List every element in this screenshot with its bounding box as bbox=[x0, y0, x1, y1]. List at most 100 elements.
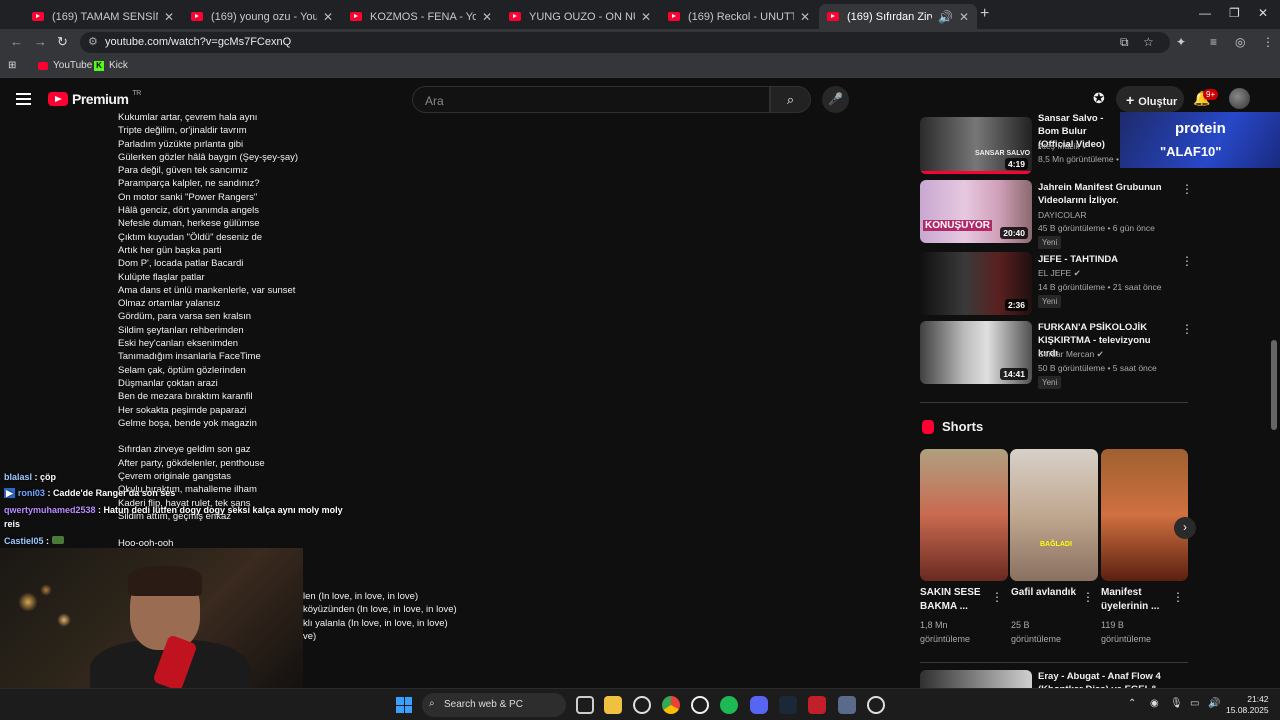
discord-icon[interactable] bbox=[750, 696, 768, 714]
browser-tab-active[interactable]: (169) Sıfırdan Zirveye - You🔊✕ bbox=[819, 4, 977, 29]
taskbar-search[interactable]: ⌕ Search web & PC bbox=[422, 693, 566, 717]
browser-tab[interactable]: YUNG OUZO - ON NUMARA - Y✕ bbox=[501, 4, 659, 29]
volume-icon[interactable]: 🔊 bbox=[1208, 698, 1220, 709]
lyric-line: Gelme boşa, bende yok magazin bbox=[118, 417, 257, 429]
bookmark-kick[interactable]: K Kick bbox=[94, 60, 128, 71]
close-tab-icon[interactable]: ✕ bbox=[641, 10, 651, 24]
more-options-icon[interactable]: ⋮ bbox=[1181, 254, 1193, 268]
microphone-tray-icon[interactable]: 🎙 bbox=[1170, 698, 1183, 709]
premium-badge-icon[interactable]: ✪ bbox=[1093, 90, 1105, 107]
more-options-icon[interactable]: ⋮ bbox=[1181, 182, 1193, 196]
close-tab-icon[interactable]: ✕ bbox=[800, 10, 810, 24]
video-thumbnail[interactable] bbox=[920, 670, 1032, 688]
lyric-line: Dom P', locada patlar Bacardi bbox=[118, 258, 244, 270]
steam-icon[interactable] bbox=[779, 696, 797, 714]
lyric-line: Hâlâ genciz, dört yanımda angels bbox=[118, 205, 259, 217]
chat-message-continued: reis bbox=[4, 519, 21, 529]
video-title[interactable]: JEFE - TAHTINDA bbox=[1038, 253, 1168, 266]
short-title[interactable]: SAKIN SESE BAKMA ... bbox=[920, 586, 995, 614]
restore-icon[interactable]: ❐ bbox=[1229, 6, 1240, 20]
lyric-line: Çıktım kuyudan "Öldü" deseniz de bbox=[118, 231, 263, 243]
close-tab-icon[interactable]: ✕ bbox=[164, 10, 174, 24]
more-options-icon[interactable]: ⋮ bbox=[991, 590, 1003, 604]
network-icon[interactable]: ▭ bbox=[1190, 698, 1199, 709]
spotify-icon[interactable] bbox=[720, 696, 738, 714]
video-thumbnail[interactable]: KONUŞUYOR 20:40 bbox=[920, 180, 1032, 243]
short-thumbnail[interactable] bbox=[1101, 449, 1188, 581]
short-thumbnail[interactable]: BAĞLADI bbox=[1010, 449, 1098, 581]
browser-tab[interactable]: (169) young ozu - YouTube✕ bbox=[183, 4, 341, 29]
youtube-premium-logo[interactable]: Premium TR bbox=[48, 90, 141, 107]
lyric-line: Para değil, güven tek sancımız bbox=[118, 165, 248, 177]
lyric-line: Ben de mezara bıraktım karanfil bbox=[118, 391, 253, 403]
bookmark-star-icon[interactable]: ☆ bbox=[1143, 35, 1154, 49]
page-scrollbar[interactable] bbox=[1271, 340, 1277, 430]
close-tab-icon[interactable]: ✕ bbox=[323, 10, 333, 24]
short-thumbnail[interactable] bbox=[920, 449, 1008, 581]
streamer-webcam-overlay bbox=[0, 548, 303, 688]
more-options-icon[interactable]: ⋮ bbox=[1172, 590, 1184, 604]
close-tab-icon[interactable]: ✕ bbox=[482, 10, 492, 24]
close-tab-icon[interactable]: ✕ bbox=[959, 10, 969, 24]
next-arrow-button[interactable]: › bbox=[1174, 517, 1196, 539]
close-window-icon[interactable]: ✕ bbox=[1258, 6, 1268, 20]
chatgpt-icon[interactable] bbox=[691, 696, 709, 714]
video-title[interactable]: Jahrein Manifest Grubunun Videolarını İz… bbox=[1038, 181, 1168, 207]
video-thumbnail[interactable]: 14:41 bbox=[920, 321, 1032, 384]
streamer-hair bbox=[128, 566, 202, 596]
lyric-line: Kukumlar artar, çevrem hala aynı bbox=[118, 112, 258, 123]
video-title[interactable]: Eray - Abugat - Anaf Flow 4 (Khontkar Di… bbox=[1038, 670, 1168, 688]
windows-start-icon[interactable] bbox=[396, 697, 412, 713]
more-options-icon[interactable]: ⋮ bbox=[1082, 590, 1094, 604]
channel-name[interactable]: Serdar Mercan ✔ bbox=[1038, 349, 1104, 360]
forward-icon[interactable]: → bbox=[34, 34, 47, 49]
reload-icon[interactable]: ↻ bbox=[57, 34, 68, 50]
create-button[interactable]: + Oluştur bbox=[1116, 86, 1184, 112]
task-view-icon[interactable] bbox=[576, 696, 594, 714]
minimize-icon[interactable]: — bbox=[1199, 6, 1211, 20]
browser-tab[interactable]: (169) Reckol - UNUTTUM (Offic✕ bbox=[660, 4, 818, 29]
file-explorer-icon[interactable] bbox=[604, 696, 622, 714]
channel-name[interactable]: EL JEFE ✔ bbox=[1038, 268, 1081, 279]
media-control-icon[interactable]: ≡ bbox=[1210, 35, 1217, 49]
search-button[interactable]: ⌕ bbox=[770, 86, 811, 113]
app-icon[interactable] bbox=[808, 696, 826, 714]
video-thumbnail[interactable]: 2:36 bbox=[920, 252, 1032, 315]
account-avatar[interactable] bbox=[1229, 88, 1250, 109]
channel-name[interactable]: DAYICOLAR bbox=[1038, 210, 1087, 220]
search-input[interactable]: Ara bbox=[412, 86, 770, 113]
channel-name[interactable]: Ateş Müzik ✔ bbox=[1038, 141, 1089, 152]
browser-tab[interactable]: (169) TAMAM SENSİN - AYDEE✕ bbox=[24, 4, 182, 29]
chat-message: qwertymuhamed2538 : Hatun dedi lütfen do… bbox=[4, 505, 343, 515]
install-app-icon[interactable]: ⧉ bbox=[1120, 35, 1129, 50]
audio-icon[interactable]: 🔊 bbox=[938, 10, 953, 24]
advertisement-banner[interactable]: protein "ALAF10" bbox=[1120, 112, 1280, 168]
short-title[interactable]: Gafil avlandık bbox=[1011, 586, 1086, 600]
chat-message: Castiel05 : bbox=[4, 536, 64, 546]
tray-app-icon[interactable]: ◉ bbox=[1150, 698, 1159, 709]
menu-hamburger-icon[interactable] bbox=[16, 93, 31, 105]
chrome-icon[interactable] bbox=[662, 696, 680, 714]
obs-icon[interactable] bbox=[867, 696, 885, 714]
lyric-line: len (In love, in love, in love) bbox=[303, 591, 419, 602]
app-icon[interactable] bbox=[838, 696, 856, 714]
profile-icon[interactable]: ◎ bbox=[1235, 35, 1245, 49]
new-tab-button[interactable]: + bbox=[980, 5, 989, 23]
browser-tab-strip: (169) TAMAM SENSİN - AYDEE✕ (169) young … bbox=[0, 0, 1280, 29]
lyric-line: ve) bbox=[303, 630, 317, 642]
short-title[interactable]: Manifest üyelerinin ... bbox=[1101, 586, 1176, 614]
voice-search-button[interactable]: 🎤 bbox=[822, 86, 849, 113]
browser-tab[interactable]: KOZMOS - FENA - YouTube✕ bbox=[342, 4, 500, 29]
taskbar-clock[interactable]: 21:42 15.08.2025 bbox=[1226, 694, 1269, 716]
address-bar[interactable]: ⚙ youtube.com/watch?v=gcMs7FCexnQ bbox=[80, 32, 1170, 53]
apps-grid-icon[interactable]: ⊞ bbox=[8, 60, 16, 71]
site-info-icon[interactable]: ⚙ bbox=[88, 35, 98, 48]
bookmark-youtube[interactable]: YouTube bbox=[38, 60, 92, 71]
back-icon[interactable]: ← bbox=[10, 34, 23, 49]
menu-icon[interactable]: ⋮ bbox=[1262, 35, 1274, 49]
tray-overflow-icon[interactable]: ⌃ bbox=[1128, 698, 1136, 709]
settings-app-icon[interactable] bbox=[633, 696, 651, 714]
extensions-icon[interactable]: ✦ bbox=[1176, 35, 1186, 49]
more-options-icon[interactable]: ⋮ bbox=[1181, 322, 1193, 336]
video-thumbnail[interactable]: SANSAR SALVO 4:19 bbox=[920, 117, 1032, 174]
